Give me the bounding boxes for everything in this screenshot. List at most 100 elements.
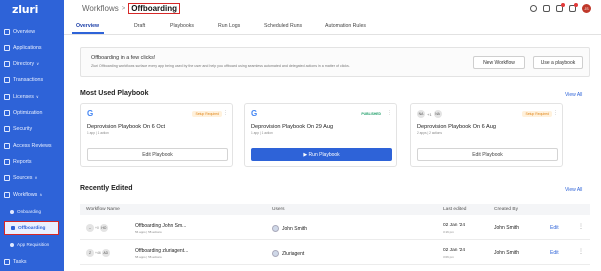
created-by: John Smith (494, 225, 520, 231)
playbook-card[interactable]: NA +1 NA Setup Required ⋮ Deprovision Pl… (410, 103, 563, 167)
app-avatar: NA (417, 110, 425, 118)
breadcrumb-workflows[interactable]: Workflows (82, 4, 119, 13)
sidebar-item-overview[interactable]: Overview (0, 26, 64, 37)
sidebar-item-tasks[interactable]: Tasks (0, 256, 64, 267)
playbook-name: Deprovision Playbook On 6 Aug (417, 124, 496, 130)
tab-automation-rules[interactable]: Automation Rules (325, 23, 366, 29)
last-edited-time: 3:06 pm (443, 255, 454, 259)
tab-scheduled-runs[interactable]: Scheduled Runs (264, 23, 302, 29)
sidebar-item-access-reviews[interactable]: Access Reviews (0, 140, 64, 151)
avatar[interactable]: JS (582, 4, 591, 13)
column-header-last-edited[interactable]: Last edited (443, 207, 466, 212)
workflow-user: John Smith (272, 225, 307, 232)
banner-title: Offboarding in a few clicks! (91, 55, 156, 61)
top-bar: Workflows > Offboarding JS (64, 0, 601, 19)
app-count: +0 (95, 226, 99, 230)
app-avatars: Z +46 AD (86, 249, 110, 257)
edit-playbook-button[interactable]: Edit Playbook (417, 148, 558, 161)
run-playbook-button[interactable]: ▶ Run Playbook (251, 148, 392, 161)
table-header: Workflow Name Users Last edited Created … (80, 204, 590, 215)
sidebar-item-app-requisition[interactable]: App Requisition (0, 239, 64, 250)
sidebar-item-label: Offboarding (18, 225, 46, 231)
sidebar-item-applications[interactable]: Applications (0, 42, 64, 53)
playbook-card[interactable]: G Setup Required ⋮ Deprovision Playbook … (80, 103, 233, 167)
table-row[interactable]: – +0 HO Offboarding John Sm... 56 apps |… (80, 218, 590, 240)
chevron-down-icon: ∨ (36, 61, 40, 66)
sidebar-item-directory[interactable]: Directory ∨ (0, 58, 64, 69)
more-options-icon[interactable]: ⋮ (387, 110, 392, 116)
column-header-users[interactable]: Users (272, 207, 285, 212)
playbook-card[interactable]: G PUBLISHED ⋮ Deprovision Playbook On 29… (244, 103, 397, 167)
more-options-icon[interactable]: ⋮ (553, 110, 558, 116)
new-workflow-button[interactable]: New Workflow (473, 56, 525, 69)
shield-icon (4, 125, 10, 132)
more-options-icon[interactable]: ⋮ (578, 248, 584, 255)
app-avatars: – +0 HO (86, 224, 108, 232)
bell-icon[interactable] (569, 3, 578, 12)
google-logo: G (87, 109, 94, 118)
feed-icon[interactable] (556, 3, 565, 12)
created-by: John Smith (494, 250, 520, 256)
sidebar-item-label: Onboarding (17, 209, 42, 214)
tab-overview[interactable]: Overview (76, 23, 99, 29)
reports-icon (4, 158, 10, 165)
edit-link[interactable]: Edit (550, 250, 559, 256)
workflow-name[interactable]: Offboarding zluriagent... (135, 248, 188, 254)
sidebar-item-licenses[interactable]: Licenses ∨ (0, 91, 64, 102)
clipboard-icon[interactable] (543, 5, 550, 12)
offboarding-icon (11, 226, 15, 230)
more-options-icon[interactable]: ⋮ (578, 223, 584, 230)
breadcrumb: Workflows > Offboarding (82, 3, 181, 14)
offboarding-intro-banner: Offboarding in a few clicks! Zluri Offbo… (80, 47, 590, 77)
sidebar-item-label: Licenses (13, 93, 34, 100)
sidebar-item-reports[interactable]: Reports (0, 156, 64, 167)
sidebar-item-label: Access Reviews (13, 142, 52, 149)
user-avatar (272, 250, 279, 257)
sidebar-item-security[interactable]: Security (0, 123, 64, 134)
app-avatar: HO (99, 224, 108, 232)
breadcrumb-separator: > (121, 5, 126, 12)
sidebar-item-sources[interactable]: Sources ∨ (0, 172, 64, 183)
playbook-meta: 1 app | 1 action (87, 131, 109, 135)
column-header-created-by[interactable]: Created By (494, 207, 518, 212)
tab-bar: Overview Draft Playbooks Run Logs Schedu… (64, 19, 601, 35)
user-name: John Smith (282, 225, 308, 232)
app-avatar: AD (101, 249, 110, 257)
notification-dot (561, 3, 565, 7)
most-used-title: Most Used Playbook (80, 90, 149, 97)
recently-edited-title: Recently Edited (80, 185, 133, 192)
tab-run-logs[interactable]: Run Logs (218, 23, 240, 29)
banner-description: Zluri Offboarding workflows surface ever… (91, 64, 350, 68)
app-avatar: NA (433, 110, 442, 118)
sidebar: zluri Overview Applications Directory ∨ T… (0, 0, 64, 271)
use-playbook-button[interactable]: Use a playbook (533, 56, 583, 69)
column-header-workflow-name[interactable]: Workflow Name (86, 207, 120, 212)
sidebar-item-label: Applications (13, 44, 42, 51)
search-icon[interactable] (530, 5, 537, 12)
table-row[interactable]: Z +46 AD Offboarding zluriagent... 58 ap… (80, 243, 590, 265)
sidebar-item-label: Optimization (13, 109, 43, 116)
sidebar-item-transactions[interactable]: Transactions (0, 74, 64, 85)
sidebar-item-label: Reports (13, 158, 32, 165)
apps-icon (4, 44, 10, 51)
most-used-view-all-link[interactable]: View All (565, 92, 582, 98)
sidebar-item-workflows[interactable]: Workflows ∧ (0, 189, 64, 200)
edit-link[interactable]: Edit (550, 225, 559, 231)
sidebar-item-label: Workflows (13, 191, 38, 198)
tab-draft[interactable]: Draft (134, 23, 145, 29)
sources-icon (4, 174, 10, 181)
playbook-name: Deprovision Playbook On 29 Aug (251, 124, 334, 130)
grid-icon (4, 28, 10, 35)
edit-playbook-button[interactable]: Edit Playbook (87, 148, 228, 161)
google-logo: G (251, 109, 258, 118)
recent-view-all-link[interactable]: View All (565, 187, 582, 193)
status-badge: Setup Required (522, 111, 552, 117)
tab-playbooks[interactable]: Playbooks (170, 23, 194, 29)
workflow-name[interactable]: Offboarding John Sm... (135, 223, 186, 229)
zluri-logo[interactable]: zluri (12, 3, 38, 16)
sidebar-item-offboarding[interactable]: Offboarding (4, 221, 59, 235)
playbook-meta: 2 apps | 2 actions (417, 131, 442, 135)
sidebar-item-optimization[interactable]: Optimization (0, 107, 64, 118)
sidebar-item-onboarding[interactable]: Onboarding (0, 206, 64, 217)
more-options-icon[interactable]: ⋮ (223, 110, 228, 116)
